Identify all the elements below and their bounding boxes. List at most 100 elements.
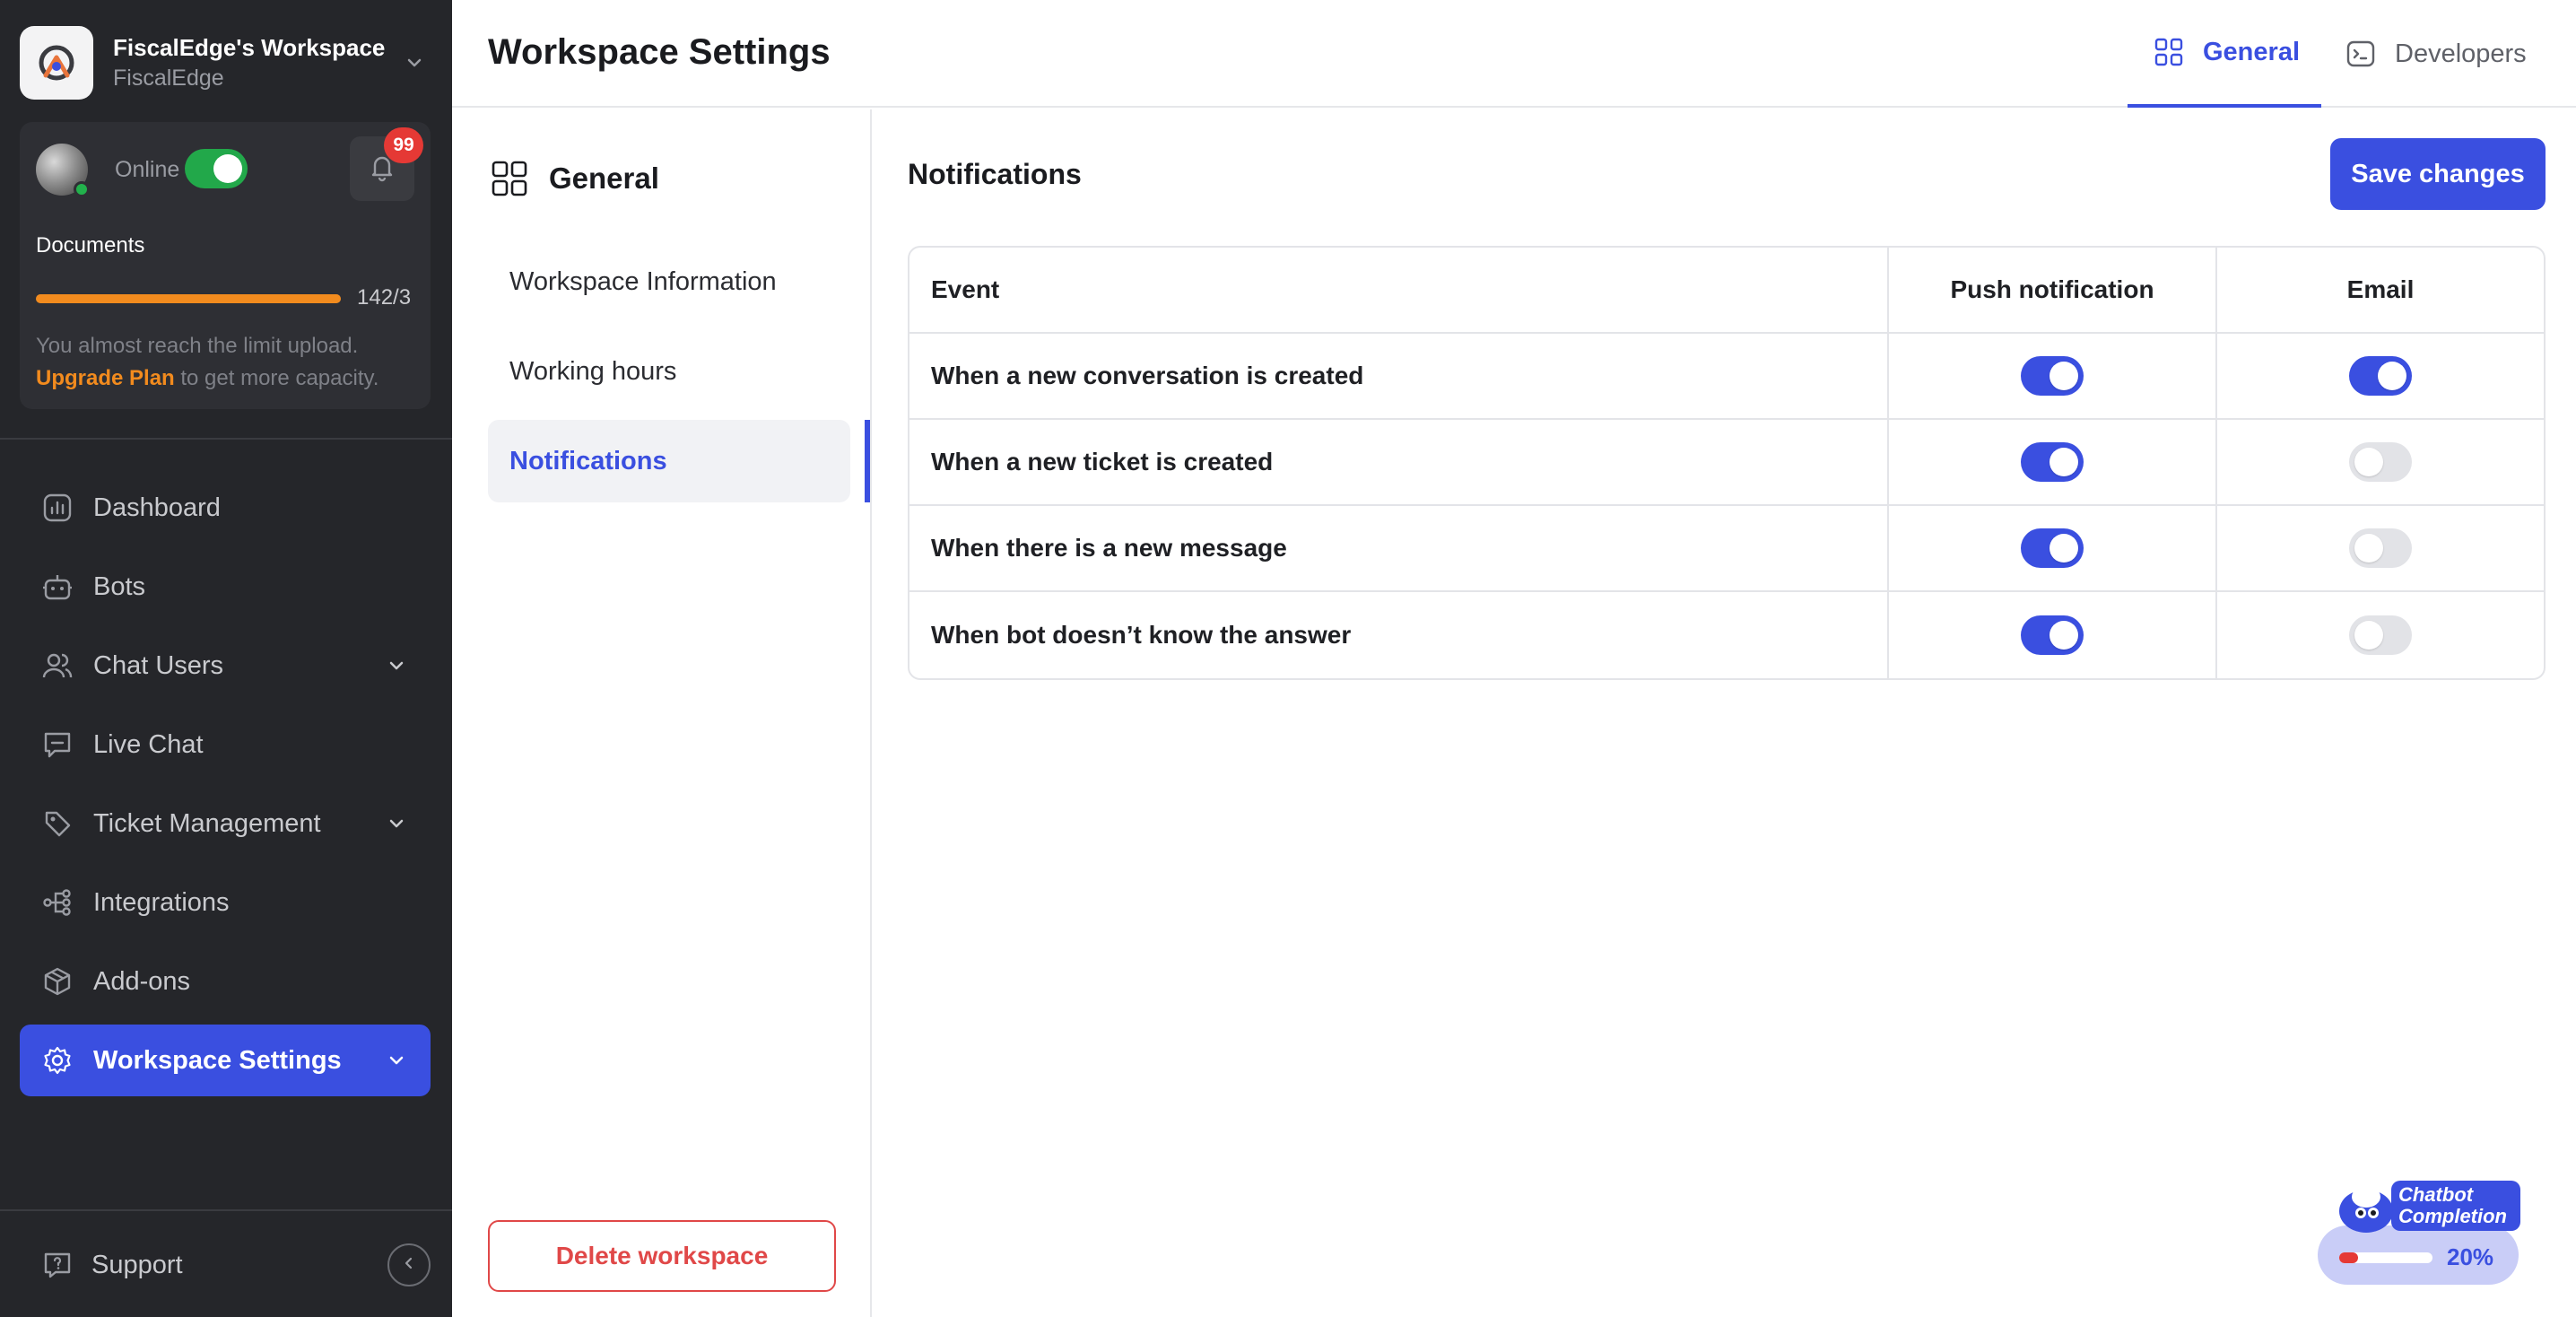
limit-text: You almost reach the limit upload. bbox=[36, 334, 359, 358]
chatbot-completion-widget[interactable]: 20% Chatbot Completion bbox=[2316, 1175, 2520, 1288]
grid-icon bbox=[488, 157, 531, 200]
workspace-name: FiscalEdge's Workspace bbox=[113, 34, 386, 61]
column-header-push: Push notification bbox=[1889, 248, 2217, 332]
sidebar: FiscalEdge's Workspace FiscalEdge Online… bbox=[0, 0, 452, 1317]
subnav-heading-label: General bbox=[549, 161, 659, 195]
users-icon bbox=[39, 648, 75, 684]
robot-icon bbox=[2339, 1186, 2393, 1233]
sidebar-item-workspace-settings[interactable]: Workspace Settings bbox=[20, 1025, 431, 1096]
tag-icon bbox=[39, 806, 75, 842]
event-label: When there is a new message bbox=[909, 506, 1889, 590]
table-row: When a new conversation is created bbox=[909, 334, 2544, 420]
completion-progress-fill bbox=[2339, 1252, 2358, 1263]
event-label: When a new ticket is created bbox=[909, 420, 1889, 504]
completion-percent: 20% bbox=[2447, 1243, 2494, 1270]
event-label: When a new conversation is created bbox=[909, 334, 1889, 418]
support-label: Support bbox=[91, 1250, 183, 1279]
integrations-icon bbox=[39, 885, 75, 920]
workspace-switcher[interactable]: FiscalEdge's Workspace FiscalEdge bbox=[20, 25, 429, 100]
chevron-down-icon bbox=[379, 806, 414, 842]
push-toggle[interactable] bbox=[2021, 356, 2084, 396]
save-changes-button[interactable]: Save changes bbox=[2330, 138, 2546, 210]
completion-label-line1: Chatbot bbox=[2398, 1183, 2474, 1206]
sidebar-item-label: Bots bbox=[93, 571, 146, 601]
chat-icon bbox=[39, 727, 75, 763]
package-icon bbox=[39, 964, 75, 999]
upgrade-plan-link[interactable]: Upgrade Plan bbox=[36, 366, 175, 390]
sidebar-item-label: Ticket Management bbox=[93, 808, 321, 838]
push-toggle[interactable] bbox=[2021, 528, 2084, 568]
sidebar-item-integrations[interactable]: Integrations bbox=[20, 867, 431, 938]
tab-label: Developers bbox=[2395, 39, 2527, 68]
terminal-icon bbox=[2343, 36, 2379, 72]
table-row: When there is a new message bbox=[909, 506, 2544, 592]
sidebar-item-label: Add-ons bbox=[93, 966, 191, 996]
table-row: When bot doesn’t know the answer bbox=[909, 592, 2544, 678]
sidebar-item-label: Chat Users bbox=[93, 650, 224, 680]
limit-suffix: to get more capacity. bbox=[180, 366, 379, 390]
column-header-event: Event bbox=[909, 248, 1889, 332]
chevron-down-icon bbox=[379, 1042, 414, 1078]
table-row: When a new ticket is created bbox=[909, 420, 2544, 506]
email-toggle[interactable] bbox=[2349, 528, 2412, 568]
push-toggle[interactable] bbox=[2021, 442, 2084, 482]
page-title: Workspace Settings bbox=[488, 32, 831, 72]
completion-label-line2: Completion bbox=[2398, 1205, 2507, 1227]
sidebar-item-add-ons[interactable]: Add-ons bbox=[20, 946, 431, 1017]
online-status-dot bbox=[74, 181, 90, 197]
subnav-item-workspace-information[interactable]: Workspace Information bbox=[488, 240, 850, 323]
notifications-table: Event Push notification Email When a new… bbox=[908, 246, 2546, 680]
sidebar-divider bbox=[0, 438, 452, 440]
online-label: Online bbox=[115, 157, 180, 182]
sidebar-item-label: Live Chat bbox=[93, 729, 204, 759]
gear-icon bbox=[39, 1042, 75, 1078]
sidebar-item-bots[interactable]: Bots bbox=[20, 551, 431, 623]
subnav-heading: General bbox=[488, 154, 659, 203]
tab-label: General bbox=[2203, 37, 2300, 66]
sidebar-item-label: Dashboard bbox=[93, 493, 221, 522]
email-toggle[interactable] bbox=[2349, 356, 2412, 396]
sidebar-item-label: Workspace Settings bbox=[93, 1045, 342, 1075]
notification-count-badge: 99 bbox=[384, 127, 423, 163]
sidebar-item-dashboard[interactable]: Dashboard bbox=[20, 472, 431, 544]
online-toggle[interactable] bbox=[185, 149, 248, 188]
column-header-email: Email bbox=[2346, 275, 2415, 303]
sidebar-item-live-chat[interactable]: Live Chat bbox=[20, 709, 431, 781]
workspace-logo bbox=[20, 26, 93, 100]
sidebar-item-chat-users[interactable]: Chat Users bbox=[20, 630, 431, 702]
event-label: When bot doesn’t know the answer bbox=[909, 592, 1889, 678]
active-indicator bbox=[865, 420, 870, 502]
completion-progress-bar bbox=[2339, 1252, 2432, 1263]
table-header-row: Event Push notification Email bbox=[909, 248, 2544, 334]
bot-icon bbox=[39, 569, 75, 605]
push-toggle[interactable] bbox=[2021, 615, 2084, 655]
delete-workspace-button[interactable]: Delete workspace bbox=[488, 1220, 836, 1292]
section-title: Notifications bbox=[908, 158, 1082, 190]
sidebar-nav: Dashboard Bots Chat Users Live Chat Tick… bbox=[20, 472, 431, 1103]
chevron-down-icon bbox=[379, 648, 414, 684]
sidebar-item-ticket-management[interactable]: Ticket Management bbox=[20, 788, 431, 859]
chevron-down-icon[interactable] bbox=[400, 48, 429, 77]
email-toggle[interactable] bbox=[2349, 442, 2412, 482]
documents-progress-fill bbox=[36, 294, 341, 303]
dashboard-icon bbox=[39, 490, 75, 526]
sidebar-item-label: Integrations bbox=[93, 887, 230, 917]
help-icon bbox=[39, 1247, 75, 1283]
tab-developers[interactable]: Developers bbox=[2336, 0, 2560, 108]
support-link[interactable]: Support bbox=[39, 1245, 183, 1285]
subnav-item-working-hours[interactable]: Working hours bbox=[488, 330, 850, 413]
documents-label: Documents bbox=[36, 233, 145, 257]
limit-message: You almost reach the limit upload. Upgra… bbox=[36, 330, 422, 395]
sidebar-divider bbox=[0, 1209, 452, 1211]
grid-icon bbox=[2151, 34, 2187, 70]
status-card: Online 99 Documents 142/3 You almost rea… bbox=[20, 122, 431, 409]
collapse-sidebar-button[interactable] bbox=[387, 1243, 431, 1286]
documents-count: 142/3 bbox=[357, 285, 412, 310]
chevron-left-icon bbox=[400, 1254, 418, 1277]
tab-general[interactable]: General bbox=[2128, 0, 2321, 108]
documents-progress-bar bbox=[36, 294, 341, 303]
subnav-item-notifications[interactable]: Notifications bbox=[488, 420, 850, 502]
email-toggle[interactable] bbox=[2349, 615, 2412, 655]
logo-icon bbox=[39, 45, 74, 81]
completion-label: Chatbot Completion bbox=[2391, 1181, 2520, 1231]
